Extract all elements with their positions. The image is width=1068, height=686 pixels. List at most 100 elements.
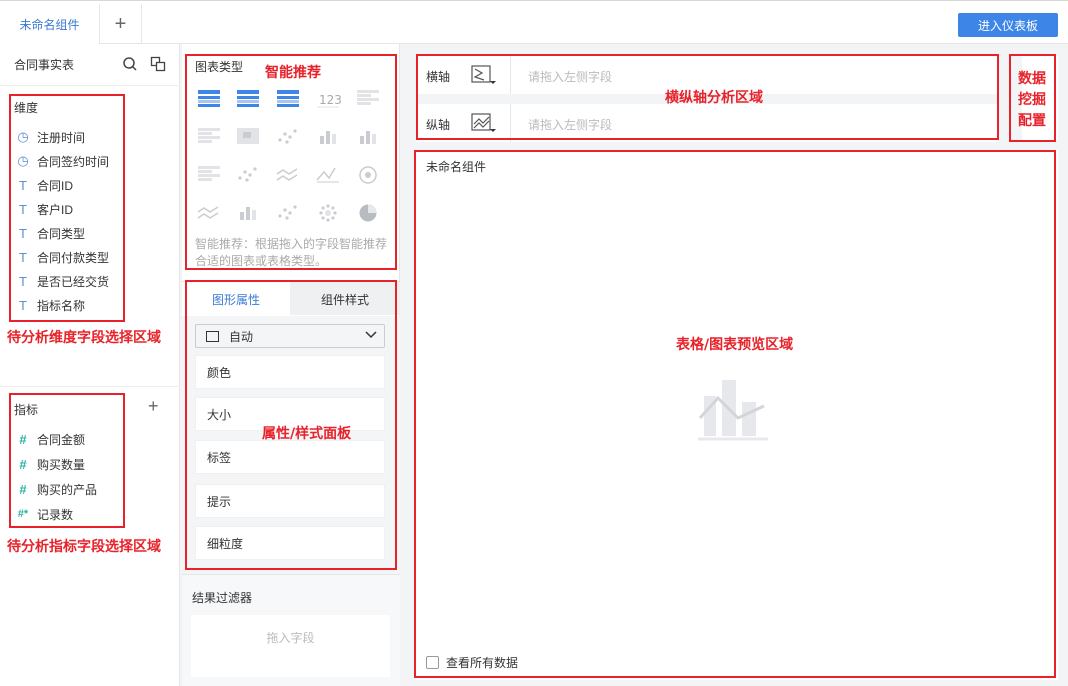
text-type-icon: T <box>19 201 27 217</box>
field-label: 客户ID <box>37 202 74 217</box>
tab-component-style[interactable]: 组件样式 <box>290 282 400 316</box>
column-chart-icon[interactable] <box>320 131 336 144</box>
number-type-icon: # <box>19 481 27 497</box>
sunburst-icon[interactable] <box>319 204 337 222</box>
clock-icon: ◷ <box>17 129 29 144</box>
metrics-title: 指标 <box>14 403 39 417</box>
chevron-down-icon <box>365 331 377 339</box>
axis-separator <box>510 104 511 142</box>
bar-table-icon[interactable] <box>198 128 220 143</box>
dimension-field[interactable]: ◷ 合同签约时间 <box>16 151 109 171</box>
scatter-plot-icon[interactable] <box>278 205 297 220</box>
grid-map-icon[interactable] <box>198 166 220 181</box>
field-label: 合同签约时间 <box>37 154 110 169</box>
field-label: 记录数 <box>37 507 74 522</box>
property-tabs: 图形属性 组件样式 <box>182 281 400 316</box>
switch-table-icon[interactable] <box>150 56 166 72</box>
section-divider <box>0 386 180 387</box>
text-type-icon: T <box>19 177 27 193</box>
text-type-icon: T <box>19 273 27 289</box>
metric-field[interactable]: #* 记录数 <box>16 504 73 524</box>
annotation-smart-recommend: 智能推荐 <box>265 65 321 81</box>
multi-line-icon[interactable] <box>276 168 298 181</box>
metric-field[interactable]: # 合同金额 <box>16 429 85 449</box>
text-type-icon: T <box>19 225 27 241</box>
x-axis-type-icon[interactable] <box>470 63 496 87</box>
chart-type-select[interactable]: 自动 <box>195 324 385 348</box>
add-metric-button[interactable]: + <box>148 396 159 417</box>
dimension-field[interactable]: T 合同类型 <box>16 223 85 243</box>
chart-type-title: 图表类型 <box>195 60 244 74</box>
add-tab-button[interactable]: + <box>100 4 142 44</box>
checkbox-box <box>426 656 439 669</box>
field-label: 合同ID <box>37 178 74 193</box>
table-header: 合同事实表 <box>0 44 180 86</box>
clock-icon: ◷ <box>17 153 29 168</box>
view-all-data-checkbox[interactable]: 查看所有数据 <box>426 654 518 671</box>
filter-drop-zone[interactable]: 拖入字段 <box>191 615 390 677</box>
dimension-field[interactable]: T 指标名称 <box>16 295 85 315</box>
number-type-icon: # <box>19 456 27 472</box>
pie-chart-icon[interactable] <box>359 204 377 222</box>
grouped-bar-icon[interactable] <box>240 207 256 220</box>
table-name: 合同事实表 <box>14 58 75 72</box>
annotation-mining: 数据挖掘配置 <box>1018 71 1046 129</box>
stacked-column-icon[interactable] <box>360 131 376 144</box>
field-label: 合同金额 <box>37 432 86 447</box>
detail-table-icon[interactable] <box>277 90 299 107</box>
axis-separator <box>510 56 511 94</box>
record-count-icon: #* <box>17 508 29 520</box>
y-axis-row[interactable]: 纵轴 请拖入左侧字段 <box>416 104 998 142</box>
grouped-table-icon[interactable] <box>237 90 259 107</box>
y-axis-placeholder: 请拖入左侧字段 <box>528 118 613 132</box>
view-all-label: 查看所有数据 <box>446 656 519 670</box>
result-filter: 结果过滤器 拖入字段 <box>182 574 400 686</box>
field-label: 是否已经交货 <box>37 274 110 289</box>
dimensions-title: 维度 <box>14 101 39 115</box>
dimension-field[interactable]: T 合同付款类型 <box>16 247 109 267</box>
y-axis-type-icon[interactable] <box>470 111 496 135</box>
chart-type-value: 自动 <box>229 329 254 344</box>
enter-dashboard-button[interactable]: 进入仪表板 <box>958 13 1058 37</box>
area-chart-icon[interactable] <box>197 206 219 219</box>
filter-title: 结果过滤器 <box>192 591 253 605</box>
property-row[interactable]: 提示 <box>195 484 385 518</box>
field-label: 指标名称 <box>37 298 86 313</box>
text-type-icon: T <box>19 249 27 265</box>
annotation-metric-area: 待分析指标字段选择区域 <box>7 539 161 555</box>
property-row[interactable]: 颜色 <box>195 355 385 389</box>
dimension-field[interactable]: T 是否已经交货 <box>16 271 109 291</box>
tab-unnamed-component[interactable]: 未命名组件 <box>0 4 100 44</box>
top-bar: 未命名组件 + 进入仪表板 <box>0 0 1068 44</box>
field-label: 购买数量 <box>37 457 86 472</box>
empty-chart-icon <box>698 380 768 441</box>
preview-title: 未命名组件 <box>426 160 487 174</box>
dot-chart-icon[interactable] <box>238 167 257 182</box>
cross-table-icon[interactable] <box>198 90 220 107</box>
dimension-field[interactable]: ◷ 注册时间 <box>16 127 85 147</box>
bubble-icon[interactable] <box>359 166 377 184</box>
text-card-icon[interactable] <box>357 90 379 105</box>
tab-graphic-properties[interactable]: 图形属性 <box>182 282 290 316</box>
search-icon[interactable] <box>122 56 138 72</box>
property-row[interactable]: 细粒度 <box>195 526 385 560</box>
scatter-matrix-icon[interactable] <box>278 129 297 144</box>
kpi-number-icon[interactable]: 123 <box>317 93 342 108</box>
y-axis-label: 纵轴 <box>426 118 451 132</box>
annotation-dimension-area: 待分析维度字段选择区域 <box>7 330 161 346</box>
filter-placeholder: 拖入字段 <box>266 631 315 645</box>
text-type-icon: T <box>19 297 27 313</box>
heatmap-icon[interactable] <box>237 128 259 144</box>
dimension-field[interactable]: T 合同ID <box>16 175 73 195</box>
dimension-field[interactable]: T 客户ID <box>16 199 73 219</box>
x-axis-placeholder: 请拖入左侧字段 <box>528 70 613 84</box>
number-type-icon: # <box>19 431 27 447</box>
chart-type-grid: 123 <box>197 90 379 222</box>
annotation-property-panel: 属性/样式面板 <box>262 426 352 442</box>
metric-field[interactable]: # 购买的产品 <box>16 479 97 499</box>
radar-line-icon[interactable] <box>316 167 339 183</box>
property-row[interactable]: 标签 <box>195 440 385 474</box>
field-label: 合同类型 <box>37 226 86 241</box>
field-panel: 合同事实表 维度 ◷ 注册时间 ◷ 合同签约时间 T 合同ID T 客户ID T 合同类型 T 合同付… <box>0 44 180 686</box>
metric-field[interactable]: # 购买数量 <box>16 454 85 474</box>
